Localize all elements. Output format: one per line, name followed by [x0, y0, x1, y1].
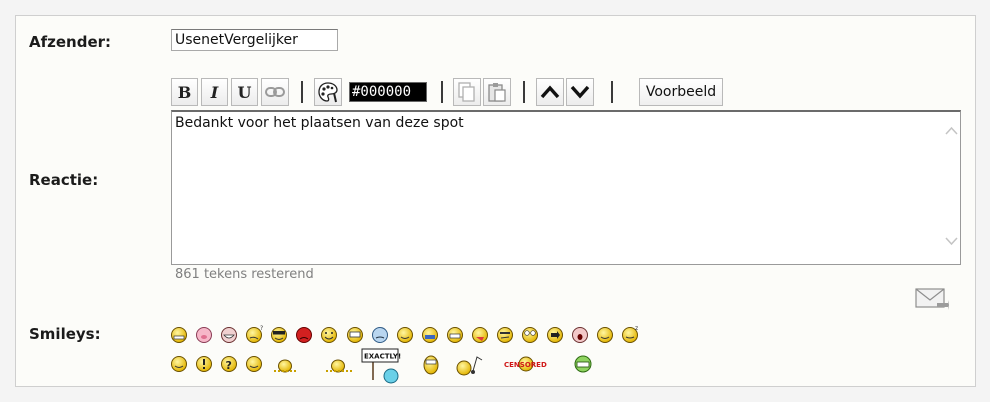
toolbar-separator — [611, 81, 613, 103]
smiley-alien-icon[interactable] — [574, 355, 592, 373]
smiley-lurk-icon[interactable] — [274, 359, 296, 373]
smiley-eek-icon[interactable] — [522, 327, 538, 343]
svg-text:EXACTLY!: EXACTLY! — [364, 353, 401, 361]
link-button[interactable] — [261, 78, 289, 106]
smiley-happy-icon[interactable] — [397, 327, 413, 343]
smiley-smile-icon[interactable] — [321, 327, 337, 343]
paste-icon — [488, 83, 506, 102]
smiley-cry-icon[interactable] — [422, 327, 438, 343]
smiley-question-icon[interactable]: ? — [221, 356, 237, 373]
smiley-worried-icon[interactable] — [347, 327, 363, 343]
toolbar-separator — [441, 81, 443, 103]
svg-text:CENSORED: CENSORED — [504, 361, 547, 369]
chevron-up-icon — [540, 85, 560, 99]
reaction-textarea[interactable]: Bedankt voor het plaatsen van deze spot — [171, 110, 961, 265]
smiley-teeth-icon[interactable] — [447, 327, 463, 343]
toolbar-separator — [523, 81, 525, 103]
paste-button[interactable] — [483, 78, 511, 106]
characters-remaining: 861 tekens resterend — [175, 267, 314, 282]
move-down-button[interactable] — [566, 78, 594, 106]
smiley-music-icon[interactable] — [456, 356, 483, 376]
copy-button[interactable] — [453, 78, 481, 106]
envelope-send-icon — [915, 288, 949, 310]
smiley-confused-icon[interactable]: ? — [246, 325, 264, 343]
reaction-label: Reactie: — [29, 171, 99, 189]
smiley-smirk-icon[interactable] — [497, 327, 513, 343]
bold-button[interactable]: B — [171, 78, 198, 106]
smiley-laugh-icon[interactable] — [221, 327, 237, 343]
color-value-input[interactable]: #000000 — [349, 82, 427, 102]
smiley-peek-icon[interactable] — [326, 359, 352, 373]
smiley-blush-icon[interactable] — [246, 356, 262, 372]
scrollbar-arrows — [945, 126, 958, 246]
smiley-cool-icon[interactable] — [271, 327, 287, 343]
editor-toolbar: B I U #000000 Voorbeeld — [171, 78, 971, 106]
smiley-grin-icon[interactable] — [171, 327, 187, 343]
smiley-ghost-icon[interactable] — [423, 355, 439, 375]
textarea-scrollbar[interactable] — [943, 112, 960, 264]
send-button[interactable] — [915, 286, 949, 312]
move-up-button[interactable] — [536, 78, 564, 106]
svg-text:?: ? — [260, 325, 263, 332]
smiley-exclaim-icon[interactable] — [196, 356, 212, 372]
chevron-down-icon — [570, 85, 590, 99]
color-picker-button[interactable] — [314, 78, 342, 106]
comment-form-panel: Afzender: UsenetVergelijker B I U #00000… — [15, 15, 976, 387]
toolbar-separator — [301, 81, 303, 103]
smiley-angry-icon[interactable] — [296, 327, 312, 343]
smileys-label: Smileys: — [29, 325, 101, 343]
sender-input[interactable]: UsenetVergelijker — [171, 29, 338, 51]
sender-label: Afzender: — [29, 33, 112, 51]
svg-text:?: ? — [226, 359, 232, 372]
smiley-cold-icon[interactable] — [372, 327, 388, 343]
smiley-tongue-icon[interactable] — [472, 327, 488, 343]
link-icon — [265, 87, 285, 97]
smiley-censored-icon[interactable]: CENSORED — [504, 356, 547, 372]
smiley-surprised-icon[interactable] — [572, 327, 588, 343]
preview-button[interactable]: Voorbeeld — [639, 78, 723, 106]
copy-icon — [458, 82, 475, 102]
svg-text:z: z — [635, 325, 638, 332]
smiley-set: ? z ? EXACTLY! CENSORED — [171, 325, 639, 384]
smiley-exactly-icon[interactable]: EXACTLY! — [361, 348, 401, 384]
reaction-text: Bedankt voor het plaatsen van deze spot — [175, 115, 464, 131]
smiley-arrow-icon[interactable] — [547, 327, 563, 343]
smiley-palette: ? z ? EXACTLY! CENSORED — [168, 324, 638, 384]
palette-icon — [318, 82, 338, 103]
smiley-simple-icon[interactable] — [171, 356, 187, 372]
smiley-sleep-icon[interactable]: z — [622, 325, 639, 343]
italic-button[interactable]: I — [201, 78, 228, 106]
smiley-pig-icon[interactable] — [196, 327, 212, 343]
smiley-wink-icon[interactable] — [597, 327, 613, 343]
underline-button[interactable]: U — [231, 78, 258, 106]
